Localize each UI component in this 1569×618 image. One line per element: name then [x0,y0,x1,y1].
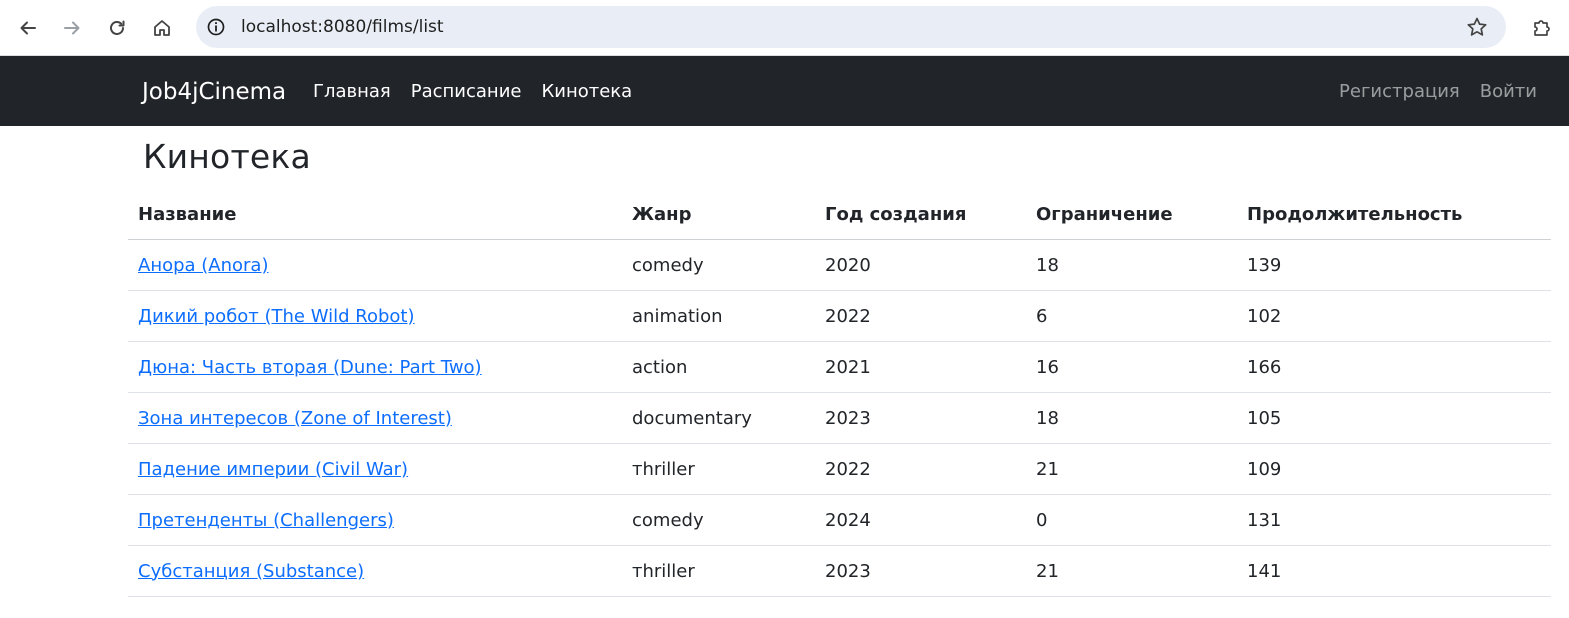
main-nav: Главная Расписание Кинотека [313,56,632,128]
film-year-cell: 2023 [815,545,1026,597]
table-row: Анора (Anora) comedy 2020 18 139 [128,239,1551,291]
puzzle-icon [1534,20,1550,36]
film-duration-cell: 131 [1237,494,1551,546]
film-year-cell: 2021 [815,341,1026,393]
film-age-limit-cell: 16 [1026,341,1237,393]
column-header-duration: Продолжительность [1237,190,1551,240]
table-row: Претенденты (Challengers) comedy 2024 0 … [128,494,1551,546]
site-navbar: Job4jCinema Главная Расписание Кинотека … [0,56,1569,126]
arrow-left-icon [20,21,36,35]
film-genre-cell: animation [622,290,815,342]
film-genre-cell: documentary [622,392,815,444]
film-title-cell: Дюна: Часть вторая (Dune: Part Two) [128,341,622,393]
film-year-cell: 2022 [815,290,1026,342]
register-link[interactable]: Регистрация [1339,56,1460,128]
arrow-right-icon [64,21,80,35]
film-title-cell: Зона интересов (Zone of Interest) [128,392,622,444]
nav-link-films[interactable]: Кинотека [541,56,632,128]
film-title-link[interactable]: Субстанция (Substance) [138,561,364,582]
film-title-link[interactable]: Падение империи (Civil War) [138,459,408,480]
nav-link-schedule[interactable]: Расписание [411,56,522,128]
film-title-cell: Падение империи (Civil War) [128,443,622,495]
film-age-limit-cell: 18 [1026,392,1237,444]
film-genre-cell: action [622,341,815,393]
films-table: Название Жанр Год создания Ограничение П… [128,190,1551,597]
column-header-age-limit: Ограничение [1026,190,1237,240]
film-age-limit-cell: 6 [1026,290,1237,342]
film-duration-cell: 105 [1237,392,1551,444]
login-link[interactable]: Войти [1480,56,1537,128]
film-title-cell: Претенденты (Challengers) [128,494,622,546]
film-genre-cell: comedy [622,494,815,546]
film-genre-cell: тhriller [622,443,815,495]
film-title-cell: Дикий робот (The Wild Robot) [128,290,622,342]
film-age-limit-cell: 0 [1026,494,1237,546]
info-icon[interactable] [206,17,226,37]
film-year-cell: 2022 [815,443,1026,495]
table-row: Зона интересов (Zone of Interest) docume… [128,392,1551,444]
film-title-cell: Анора (Anora) [128,239,622,291]
film-duration-cell: 139 [1237,239,1551,291]
film-year-cell: 2020 [815,239,1026,291]
address-bar[interactable]: localhost:8080/films/list [196,6,1506,48]
film-age-limit-cell: 21 [1026,545,1237,597]
film-genre-cell: comedy [622,239,815,291]
film-duration-cell: 141 [1237,545,1551,597]
film-duration-cell: 166 [1237,341,1551,393]
film-title-link[interactable]: Зона интересов (Zone of Interest) [138,408,452,429]
extensions-button[interactable] [1526,12,1558,44]
column-header-year: Год создания [815,190,1026,240]
reload-button[interactable] [101,12,133,44]
browser-toolbar: localhost:8080/films/list [0,0,1569,56]
page-title: Кинотека [143,137,311,176]
film-age-limit-cell: 18 [1026,239,1237,291]
film-age-limit-cell: 21 [1026,443,1237,495]
table-row: Падение империи (Civil War) тhriller 202… [128,443,1551,495]
star-icon[interactable] [1466,16,1488,38]
film-title-cell: Субстанция (Substance) [128,545,622,597]
home-button[interactable] [146,12,178,44]
forward-button[interactable] [56,12,88,44]
table-row: Субстанция (Substance) тhriller 2023 21 … [128,545,1551,597]
column-header-title: Название [128,190,622,240]
film-title-link[interactable]: Дикий робот (The Wild Robot) [138,306,415,327]
film-year-cell: 2023 [815,392,1026,444]
film-title-link[interactable]: Анора (Anora) [138,255,268,276]
back-button[interactable] [12,12,44,44]
film-year-cell: 2024 [815,494,1026,546]
home-icon [154,20,170,36]
url-text[interactable]: localhost:8080/films/list [241,6,444,48]
table-row: Дикий робот (The Wild Robot) animation 2… [128,290,1551,342]
film-genre-cell: тhriller [622,545,815,597]
brand-link[interactable]: Job4jCinema [142,56,286,128]
reload-icon [110,20,125,35]
film-title-link[interactable]: Претенденты (Challengers) [138,510,394,531]
film-duration-cell: 102 [1237,290,1551,342]
table-header-row: Название Жанр Год создания Ограничение П… [128,190,1551,240]
column-header-genre: Жанр [622,190,815,240]
film-title-link[interactable]: Дюна: Часть вторая (Dune: Part Two) [138,357,482,378]
film-duration-cell: 109 [1237,443,1551,495]
nav-link-home[interactable]: Главная [313,56,391,128]
table-row: Дюна: Часть вторая (Dune: Part Two) acti… [128,341,1551,393]
auth-nav: Регистрация Войти [1339,56,1537,128]
